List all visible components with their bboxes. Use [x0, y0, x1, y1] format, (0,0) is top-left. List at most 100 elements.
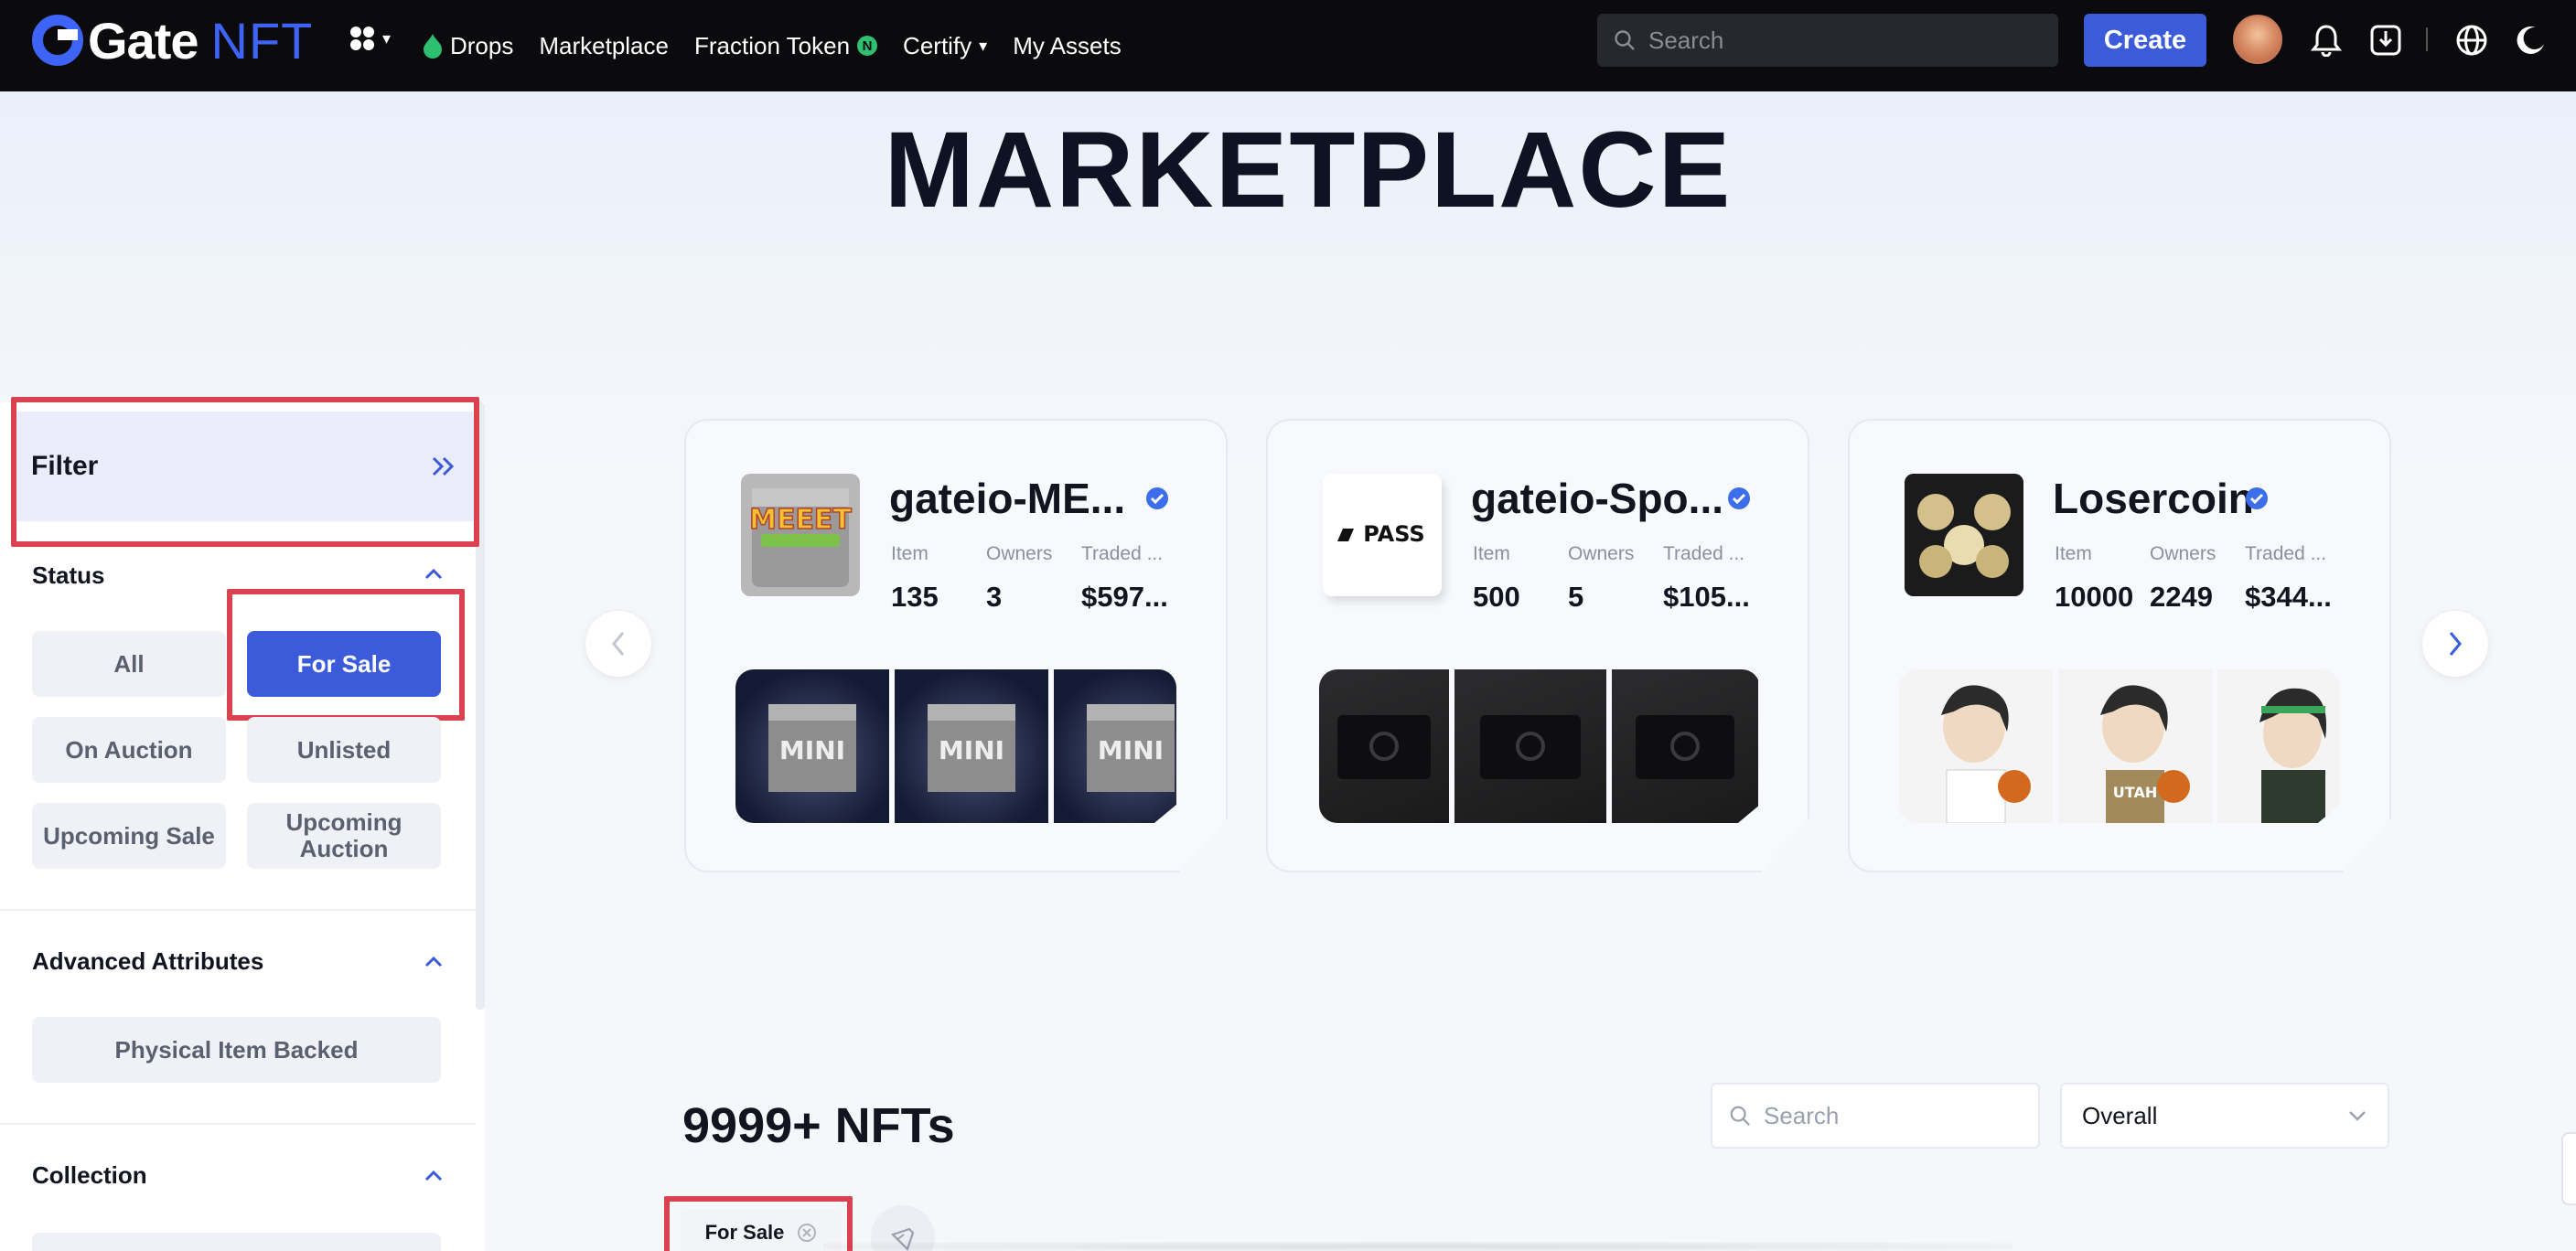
nav-marketplace-label: Marketplace — [539, 31, 669, 59]
nft-preview-image[interactable] — [2217, 669, 2340, 823]
stat-value: $105... — [1663, 581, 1750, 613]
collection-name[interactable]: gateio-Spo... — [1471, 474, 1723, 523]
collection-card[interactable]: Losercoin Item Owners Traded ... 10000 2… — [1848, 419, 2391, 872]
chevron-down-icon: ▾ — [382, 28, 392, 48]
moon-icon[interactable] — [2514, 24, 2547, 57]
losercoin-image — [1905, 474, 2023, 596]
nav-certify-label: Certify — [903, 31, 972, 59]
gate-nft-logo[interactable]: Gate NFT — [31, 11, 314, 70]
chevron-right-icon — [2449, 632, 2462, 656]
stat-label: Owners — [1568, 543, 1635, 564]
carousel-prev-button[interactable] — [585, 611, 651, 677]
collection-card[interactable]: MEEET gateio-ME... Item Owners Traded ..… — [684, 419, 1228, 872]
results-search-box[interactable] — [1711, 1083, 2040, 1149]
nft-preview-image[interactable]: MINI — [1054, 669, 1176, 823]
gate-logo-icon — [32, 15, 83, 66]
stat-value: 2249 — [2150, 581, 2213, 613]
results-search-input[interactable] — [1764, 1101, 2038, 1130]
globe-icon[interactable] — [2455, 24, 2488, 57]
nav-drops[interactable]: Drops — [423, 32, 513, 60]
new-badge: N — [857, 36, 878, 56]
bell-icon[interactable] — [2311, 24, 2342, 57]
nft-preview-image[interactable] — [1612, 669, 1758, 823]
user-avatar[interactable] — [2233, 15, 2282, 64]
nav-drops-label: Drops — [450, 31, 514, 59]
apps-icon — [350, 27, 374, 50]
collection-name[interactable]: gateio-ME... — [889, 474, 1125, 523]
nav-fraction-token[interactable]: Fraction Token N — [693, 31, 878, 60]
collection-name[interactable]: Losercoin — [2053, 474, 2254, 523]
stat-label: Item — [2055, 543, 2092, 564]
chevron-down-icon — [2349, 1111, 2366, 1121]
nft-preview-image[interactable] — [1454, 669, 1606, 823]
highlight-for-sale — [227, 589, 465, 721]
stat-value: 5 — [1568, 581, 1584, 613]
create-button[interactable]: Create — [2084, 14, 2206, 67]
apps-menu[interactable]: ▾ — [349, 26, 391, 51]
nft-preview-image[interactable]: MINI — [895, 669, 1048, 823]
brand-name: Gate — [88, 11, 199, 70]
stat-label: Traded ... — [1081, 543, 1164, 564]
search-icon — [1730, 1106, 1750, 1126]
stat-label: Traded ... — [2245, 543, 2327, 564]
drops-icon — [424, 34, 442, 59]
status-all-button[interactable]: All — [32, 631, 226, 697]
nav-fraction-token-label: Fraction Token — [693, 31, 851, 59]
nft-preview-image[interactable]: MINI — [735, 669, 889, 823]
chevron-up-icon[interactable] — [423, 955, 445, 969]
collection-search-field[interactable] — [32, 1233, 441, 1251]
chevron-up-icon[interactable] — [423, 1169, 445, 1183]
collection-preview-strip: MINI MINI MINI — [735, 669, 1176, 823]
status-upcoming-sale-button[interactable]: Upcoming Sale — [32, 803, 226, 869]
verified-badge-icon — [2246, 487, 2268, 509]
status-unlisted-button[interactable]: Unlisted — [247, 717, 441, 783]
status-on-auction-button[interactable]: On Auction — [32, 717, 226, 783]
stat-label: Owners — [986, 543, 1053, 564]
nft-preview-image[interactable]: UTAH — [2058, 669, 2212, 823]
collection-thumbnail: PASS — [1323, 474, 1442, 596]
physical-item-backed-button[interactable]: Physical Item Backed — [32, 1017, 441, 1083]
thumbnail-text: PASS — [1363, 521, 1424, 547]
sort-value: Overall — [2082, 1101, 2158, 1129]
chevron-left-icon — [612, 632, 625, 656]
collection-card[interactable]: PASS gateio-Spo... Item Owners Traded ..… — [1266, 419, 1809, 872]
results-count: 9999+ NFTs — [682, 1098, 955, 1153]
nft-preview-image[interactable] — [1899, 669, 2053, 823]
brand-suffix: NFT — [210, 11, 314, 70]
content-shadow — [823, 1242, 2012, 1251]
stat-label: Item — [1473, 543, 1510, 564]
nav-my-assets[interactable]: My Assets — [1013, 32, 1121, 60]
top-search-box[interactable] — [1597, 14, 2058, 67]
stat-label: Item — [891, 543, 928, 564]
collection-thumbnail: MEEET — [741, 474, 860, 596]
stat-value: 10000 — [2055, 581, 2134, 613]
side-drawer-handle[interactable] — [2561, 1132, 2576, 1205]
preview-label: MINI — [939, 735, 1004, 765]
stat-value: 3 — [986, 581, 1003, 613]
nft-preview-image[interactable] — [1319, 669, 1449, 823]
status-section-title: Status — [32, 561, 105, 589]
advanced-attributes-title: Advanced Attributes — [32, 947, 264, 975]
status-upcoming-auction-button[interactable]: Upcoming Auction — [247, 803, 441, 869]
collection-preview-strip: UTAH — [1899, 669, 2340, 823]
collection-thumbnail — [1905, 474, 2023, 596]
top-search-input[interactable] — [1648, 26, 2033, 55]
chevron-up-icon[interactable] — [423, 567, 445, 582]
toolbar-divider — [2426, 27, 2428, 51]
download-icon[interactable] — [2369, 24, 2402, 57]
stat-value: $344... — [2245, 581, 2332, 613]
stat-value: 500 — [1473, 581, 1520, 613]
preview-label: UTAH — [2113, 784, 2157, 801]
verified-badge-icon — [1728, 487, 1750, 509]
section-divider — [0, 1123, 476, 1125]
nav-marketplace[interactable]: Marketplace — [539, 32, 669, 60]
carousel-next-button[interactable] — [2422, 611, 2488, 677]
top-navigation-bar: Gate NFT ▾ Drops Marketplace Fraction To… — [0, 0, 2576, 91]
sort-dropdown[interactable]: Overall — [2060, 1083, 2389, 1149]
main-nav: Drops Marketplace Fraction Token N Certi… — [423, 0, 1122, 91]
verified-badge-icon — [1146, 487, 1168, 509]
highlight-filter-header — [11, 397, 479, 547]
preview-label: MINI — [1098, 735, 1164, 765]
nav-certify[interactable]: Certify ▾ — [903, 32, 987, 60]
meeet-box-image: MEEET — [748, 488, 853, 587]
